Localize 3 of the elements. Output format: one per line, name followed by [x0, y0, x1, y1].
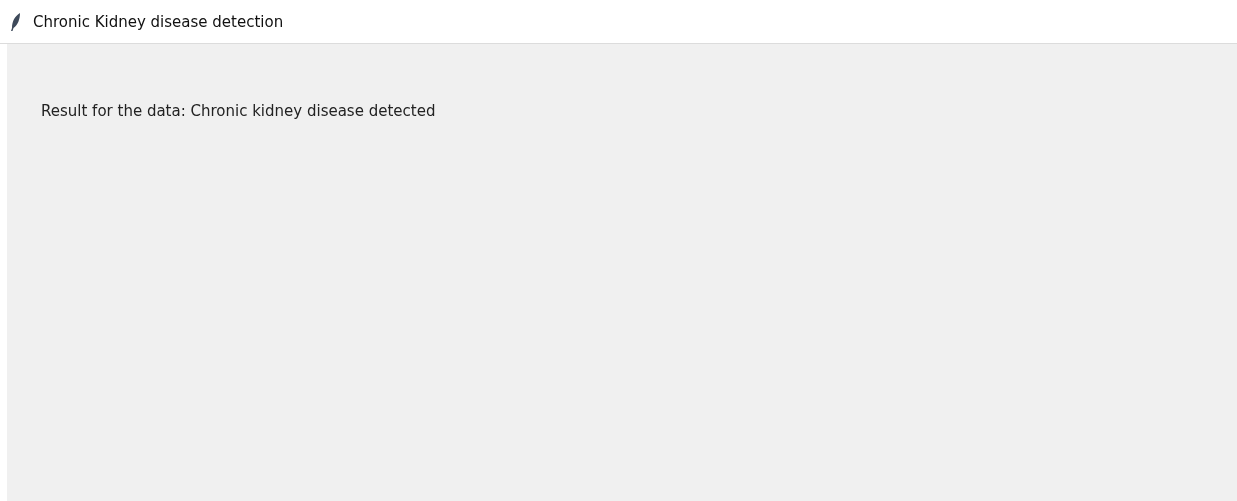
result-label: Result for the data: Chronic kidney disease detected [41, 102, 436, 120]
window-title: Chronic Kidney disease detection [33, 12, 284, 31]
feather-icon [11, 12, 21, 31]
